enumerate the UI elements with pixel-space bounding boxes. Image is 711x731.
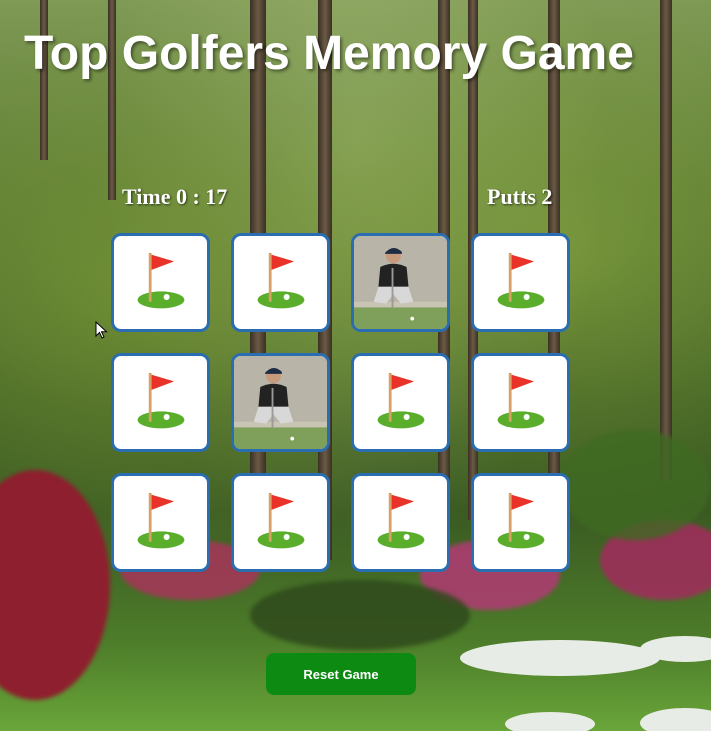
golf-flag-icon	[257, 252, 305, 309]
timer-display: Time 0 : 17	[122, 184, 228, 209]
putts-counter: Putts 2	[487, 184, 553, 209]
card-face-down[interactable]	[111, 233, 210, 332]
golf-flag-icon	[377, 492, 425, 549]
card-face-up[interactable]	[351, 233, 450, 332]
page-title: Top Golfers Memory Game	[24, 27, 634, 80]
golf-flag-icon	[497, 372, 545, 429]
card-face-up[interactable]	[231, 353, 330, 452]
golf-flag-icon	[377, 372, 425, 429]
golf-flag-icon	[497, 492, 545, 549]
card-face-down[interactable]	[111, 473, 210, 572]
golfer-photo	[354, 236, 447, 329]
mouse-cursor-icon	[95, 321, 108, 339]
card-grid	[111, 233, 570, 572]
card-face-down[interactable]	[231, 473, 330, 572]
card-face-down[interactable]	[471, 233, 570, 332]
card-face-down[interactable]	[111, 353, 210, 452]
golfer-photo	[234, 356, 327, 449]
card-face-down[interactable]	[471, 473, 570, 572]
card-face-down[interactable]	[351, 473, 450, 572]
golf-flag-icon	[257, 492, 305, 549]
card-face-down[interactable]	[351, 353, 450, 452]
golf-flag-icon	[497, 252, 545, 309]
golf-flag-icon	[137, 252, 185, 309]
card-face-down[interactable]	[471, 353, 570, 452]
reset-game-button[interactable]: Reset Game	[266, 653, 416, 695]
golf-flag-icon	[137, 372, 185, 429]
golf-flag-icon	[137, 492, 185, 549]
card-face-down[interactable]	[231, 233, 330, 332]
